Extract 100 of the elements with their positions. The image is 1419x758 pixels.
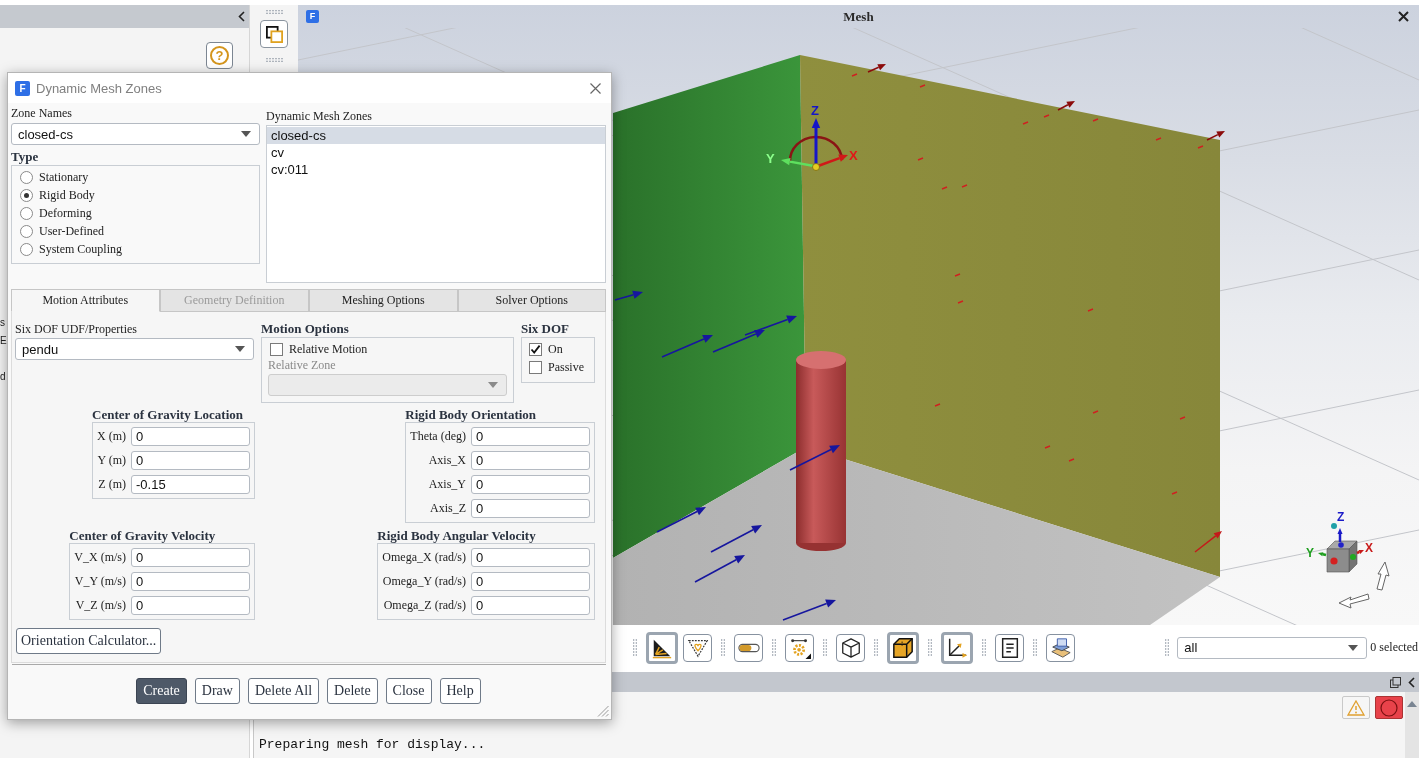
axis-arrow (1356, 550, 1364, 555)
radio-button[interactable] (20, 188, 33, 202)
rotate-arrow[interactable] (1338, 593, 1370, 609)
field-label: V_Z (m/s) (74, 598, 126, 613)
text-fragment: d (0, 370, 6, 384)
list-item[interactable]: cv:011 (267, 161, 605, 178)
caret-icon (235, 346, 245, 352)
vector-arrow (661, 335, 713, 358)
dialog-button[interactable]: Delete All (247, 678, 320, 704)
chevron-icon[interactable] (1408, 676, 1415, 688)
checkbox-label: On (548, 341, 563, 357)
option-label: Deforming (39, 205, 92, 221)
axis-label: X (1365, 541, 1373, 555)
list-item[interactable]: cv (267, 144, 605, 161)
vector-arrow (656, 507, 706, 533)
group-title: Rigid Body Angular Velocity (377, 529, 537, 543)
field-label: Omega_Y (rad/s) (382, 574, 466, 589)
toolbar-button[interactable] (646, 631, 678, 664)
input-field[interactable]: 0 (131, 451, 250, 470)
grip-handle[interactable] (1165, 639, 1170, 656)
axis-arrow (1318, 552, 1327, 557)
dropdown[interactable]: pendu (15, 338, 254, 360)
caret-icon (241, 131, 251, 137)
tab[interactable]: Solver Options (457, 289, 606, 312)
axes-icon (946, 636, 968, 659)
grip-handle[interactable] (265, 58, 283, 62)
gear-icon (788, 636, 811, 659)
calculator-button[interactable]: Orientation Calculator... (16, 628, 162, 654)
checkbox[interactable] (270, 342, 283, 356)
input-field[interactable]: 0 (471, 427, 590, 446)
input-field[interactable]: 0 (131, 596, 250, 615)
input-field[interactable]: 0 (471, 572, 590, 591)
toolbar-button[interactable] (941, 631, 973, 664)
field-label: Omega_X (rad/s) (382, 550, 466, 565)
layers-icon (1049, 636, 1072, 659)
toolbar-button[interactable] (785, 633, 814, 662)
input-field[interactable]: 0 (131, 572, 250, 591)
vector-arrow (1057, 101, 1075, 111)
radio-button[interactable] (20, 224, 33, 238)
field-label: X (m) (97, 429, 126, 444)
input-field[interactable]: 0 (471, 475, 590, 494)
input-field[interactable]: 0 (131, 427, 250, 446)
scrollbar[interactable] (1405, 692, 1419, 758)
chevron-icon[interactable] (238, 11, 245, 22)
grip-handle[interactable] (721, 639, 725, 656)
dropdown[interactable]: closed-cs (11, 123, 260, 145)
stop-button[interactable] (1375, 696, 1403, 719)
dialog-button[interactable]: Create (136, 678, 187, 704)
list-item[interactable]: closed-cs (267, 127, 605, 144)
field-label: Axis_Y (427, 477, 466, 492)
dialog-button[interactable]: Draw (194, 678, 240, 704)
input-field[interactable]: -0.15 (131, 475, 250, 494)
tab[interactable]: Meshing Options (309, 289, 458, 312)
field-label: Omega_Z (rad/s) (382, 598, 466, 613)
dialog-button[interactable]: Close (385, 678, 432, 704)
toolbar-button[interactable] (995, 633, 1024, 662)
squares-icon (265, 25, 283, 43)
input-field[interactable]: 0 (471, 451, 590, 470)
grip-handle[interactable] (874, 639, 878, 656)
axis-label: Y (1306, 546, 1314, 560)
origin-dot (812, 163, 820, 171)
input-field[interactable]: 0 (131, 548, 250, 567)
group-title: Center of Gravity Location (92, 408, 245, 422)
radio-button[interactable] (20, 170, 33, 184)
checkbox-label: Relative Motion (289, 341, 368, 357)
checkbox[interactable] (529, 360, 542, 374)
layout-button[interactable] (260, 20, 288, 48)
restore-icon[interactable] (1390, 676, 1401, 688)
rotate-arrow[interactable] (1376, 561, 1390, 591)
grip-handle[interactable] (823, 639, 827, 656)
dialog-button[interactable]: Help (439, 678, 481, 704)
input-field[interactable]: 0 (471, 548, 590, 567)
vector-arrow (710, 525, 762, 553)
text-fragment: s (0, 316, 5, 330)
grip-handle[interactable] (982, 639, 986, 656)
radio-button[interactable] (20, 206, 33, 220)
grip-handle[interactable] (928, 639, 932, 656)
input-field[interactable]: 0 (471, 499, 590, 518)
resize-grip[interactable] (597, 705, 609, 717)
toolbar-button[interactable] (887, 631, 919, 664)
close-icon[interactable] (590, 82, 601, 94)
grip-handle[interactable] (772, 639, 776, 656)
dropdown[interactable]: all (1177, 636, 1368, 659)
orientation-cube[interactable] (1326, 540, 1358, 573)
toolbar-button[interactable] (734, 633, 763, 662)
dialog-button[interactable]: Delete (327, 678, 378, 704)
arrow-up-icon[interactable] (1407, 701, 1417, 707)
caret-icon (488, 382, 498, 388)
input-field[interactable]: 0 (471, 596, 590, 615)
grip-handle[interactable] (1033, 639, 1037, 656)
grip-handle[interactable] (265, 10, 283, 14)
close-icon[interactable] (1398, 11, 1409, 22)
group-title: Type (11, 150, 40, 164)
checkbox-label: Passive (548, 359, 584, 375)
tab[interactable]: Motion Attributes (11, 289, 160, 312)
checkbox[interactable] (529, 342, 542, 356)
grip-handle[interactable] (633, 639, 637, 656)
radio-button[interactable] (20, 242, 33, 256)
toolbar-button[interactable] (836, 633, 865, 662)
group-title: Rigid Body Orientation (405, 408, 538, 422)
